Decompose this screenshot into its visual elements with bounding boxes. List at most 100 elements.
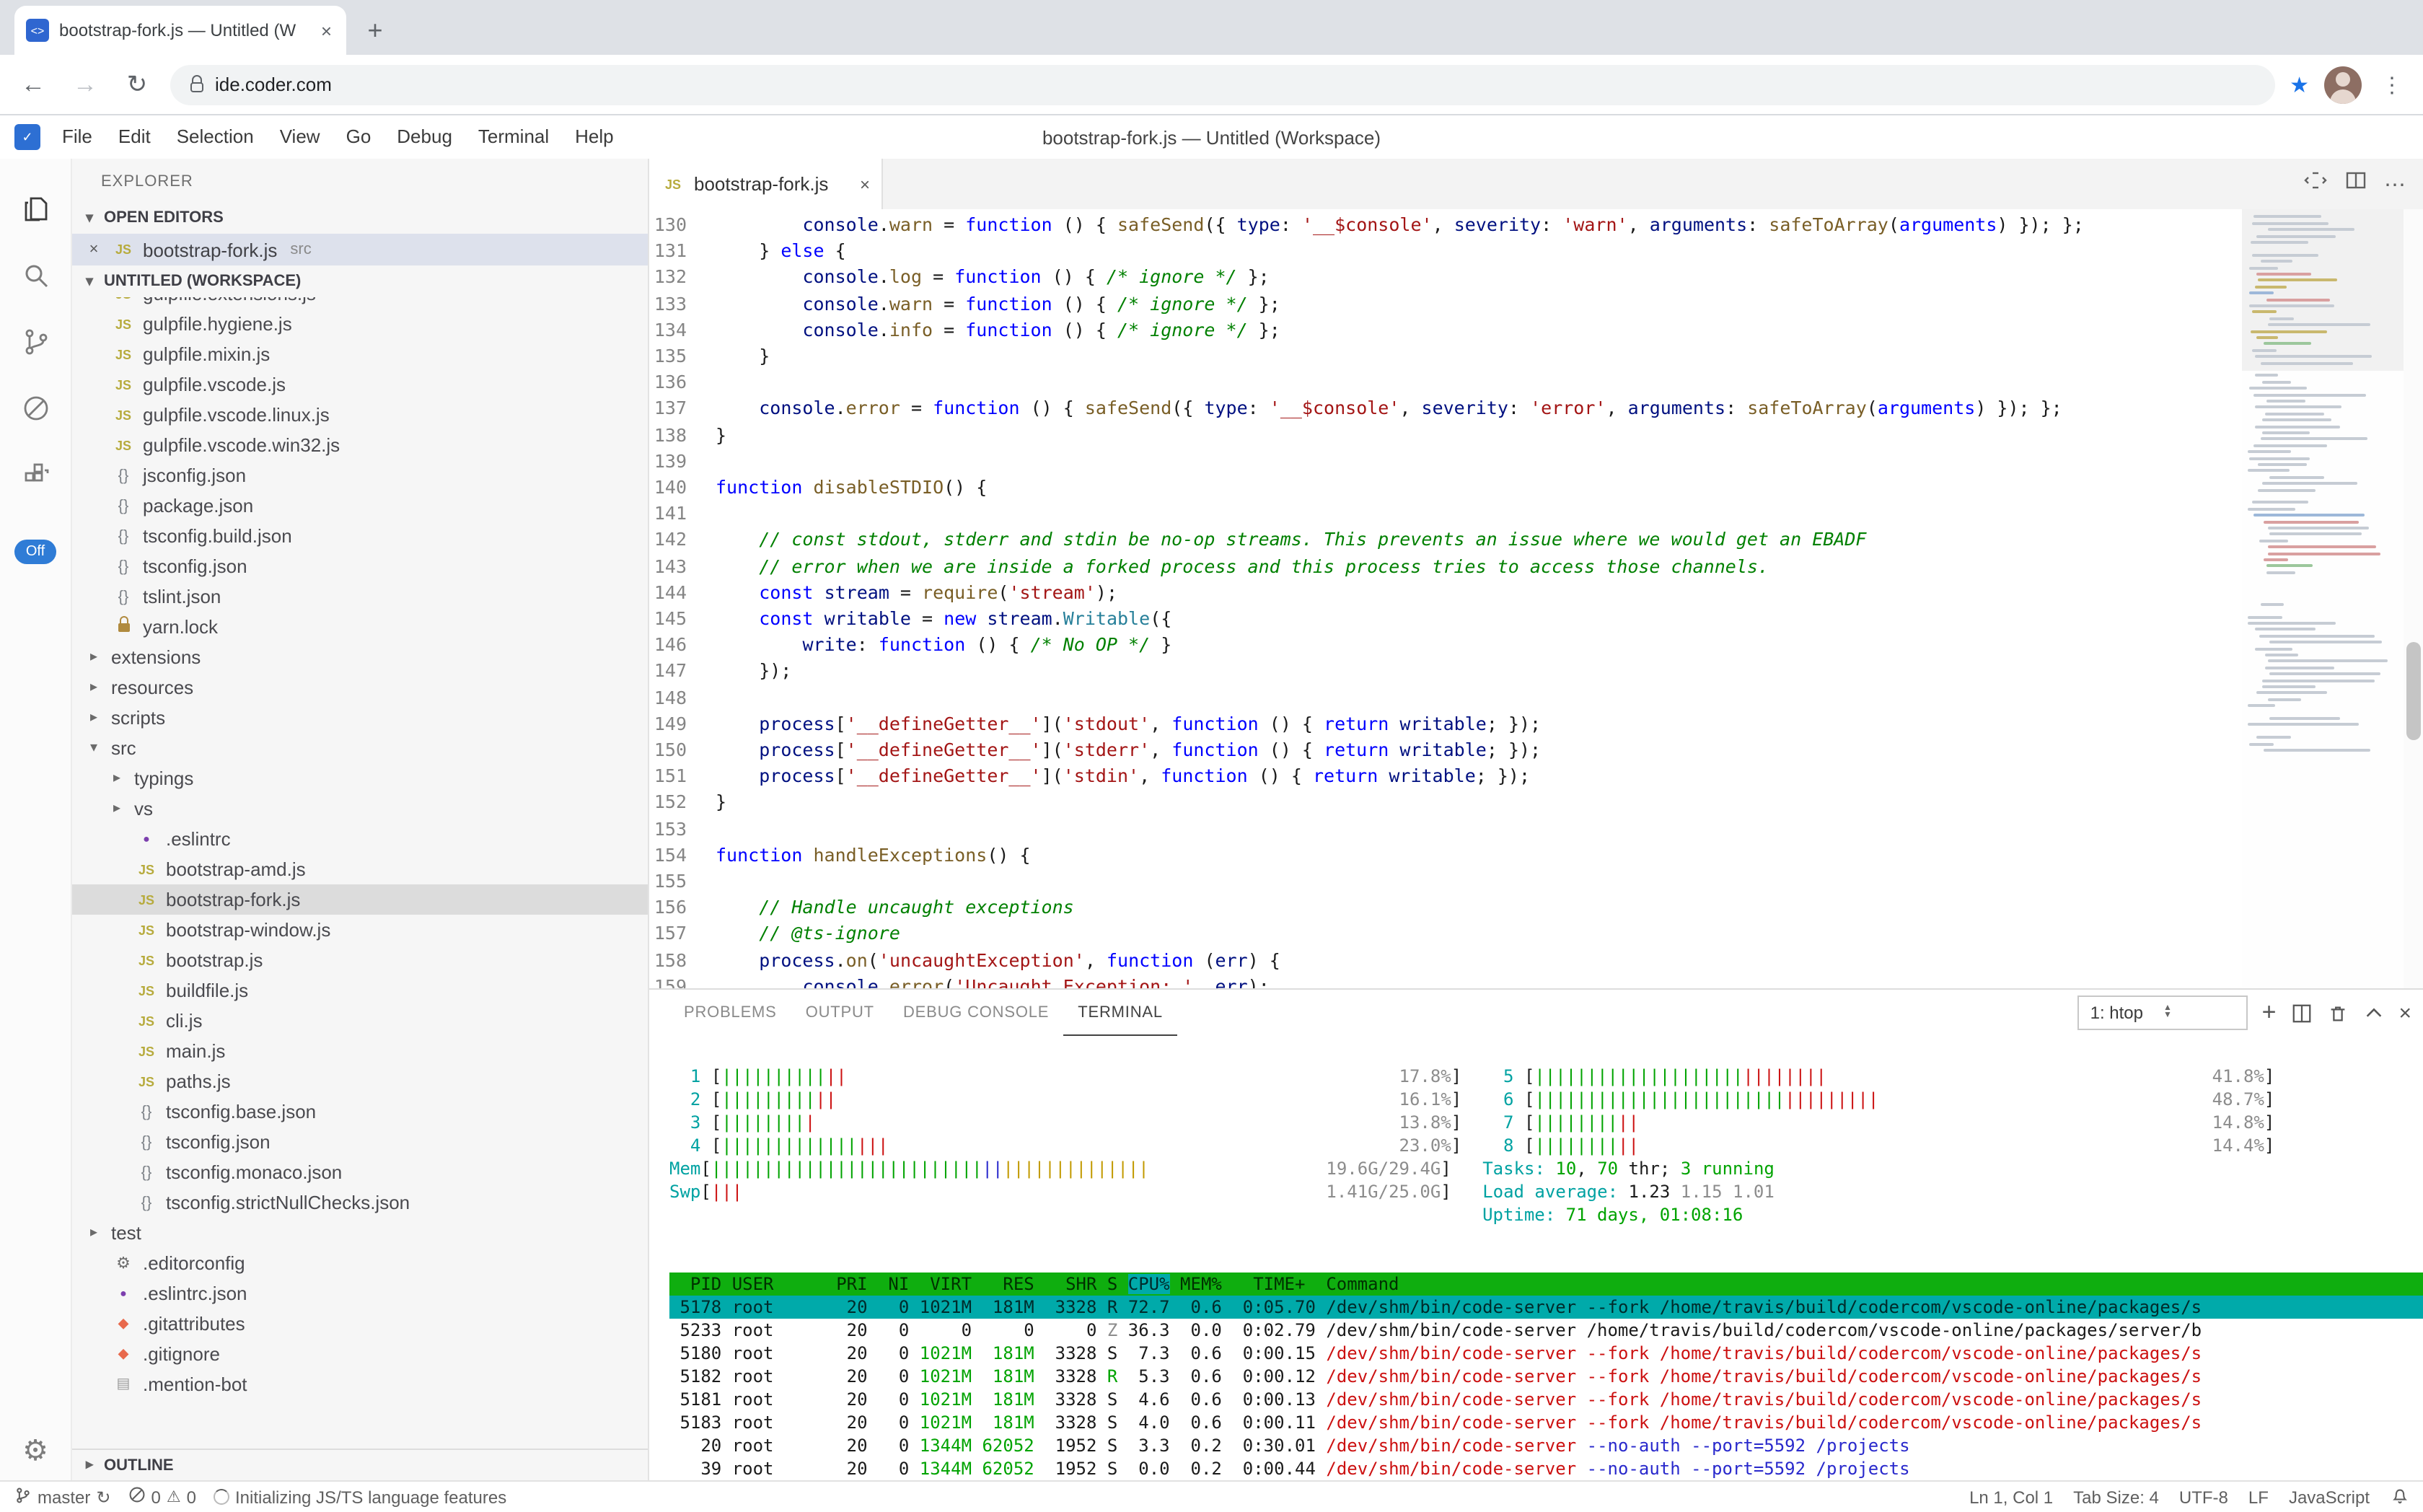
search-icon[interactable] bbox=[1, 242, 70, 309]
off-toggle-badge[interactable]: Off bbox=[14, 540, 56, 564]
code-line[interactable]: 156 // Handle uncaught exceptions bbox=[649, 895, 2241, 921]
terminal-selector[interactable]: 1: htop ▲▼ bbox=[2077, 995, 2248, 1030]
menu-debug[interactable]: Debug bbox=[384, 115, 465, 159]
tree-item-bootstrap-amd-js[interactable]: JSbootstrap-amd.js bbox=[72, 854, 648, 884]
split-terminal-icon[interactable] bbox=[2290, 1002, 2312, 1024]
menu-edit[interactable]: Edit bbox=[105, 115, 164, 159]
tree-item-yarn-lock[interactable]: yarn.lock bbox=[72, 612, 648, 642]
code-line[interactable]: 153 bbox=[649, 816, 2241, 842]
code-line[interactable]: 137 console.error = function () { safeSe… bbox=[649, 396, 2241, 422]
scrollbar-thumb[interactable] bbox=[2406, 642, 2420, 740]
tab-close-icon[interactable]: × bbox=[860, 174, 870, 194]
tree-item-tsconfig-strictnullchecks-json[interactable]: {}tsconfig.strictNullChecks.json bbox=[72, 1187, 648, 1218]
tree-item-tsconfig-json[interactable]: {}tsconfig.json bbox=[72, 551, 648, 581]
tree-item-gulpfile-mixin-js[interactable]: JSgulpfile.mixin.js bbox=[72, 339, 648, 369]
address-bar[interactable]: ide.coder.com bbox=[170, 64, 2275, 105]
tree-item-typings[interactable]: ▸typings bbox=[72, 763, 648, 794]
tree-item-main-js[interactable]: JSmain.js bbox=[72, 1036, 648, 1066]
kill-terminal-icon[interactable] bbox=[2326, 1002, 2348, 1024]
code-line[interactable]: 134 console.info = function () { /* igno… bbox=[649, 317, 2241, 343]
tab-close-icon[interactable]: × bbox=[318, 19, 335, 41]
tree-item-bootstrap-js[interactable]: JSbootstrap.js bbox=[72, 945, 648, 975]
tree-item-paths-js[interactable]: JSpaths.js bbox=[72, 1066, 648, 1096]
code-line[interactable]: 144 const stream = require('stream'); bbox=[649, 580, 2241, 606]
tree-item-gulpfile-extensions-js[interactable]: JSgulpfile.extensions.js bbox=[72, 297, 648, 309]
tree-item-bootstrap-fork-js[interactable]: JSbootstrap-fork.js bbox=[72, 884, 648, 915]
editor-area[interactable]: 130 console.warn = function () { safeSen… bbox=[649, 209, 2423, 988]
panel-tab-output[interactable]: OUTPUT bbox=[791, 990, 889, 1035]
code-line[interactable]: 149 process['__defineGetter__']('stdout'… bbox=[649, 711, 2241, 737]
debug-icon[interactable] bbox=[1, 375, 70, 441]
tree-item-tsconfig-base-json[interactable]: {}tsconfig.base.json bbox=[72, 1096, 648, 1127]
panel-tab-debug-console[interactable]: DEBUG CONSOLE bbox=[889, 990, 1063, 1035]
tree-item-scripts[interactable]: ▸scripts bbox=[72, 703, 648, 733]
tree-item--editorconfig[interactable]: ⚙.editorconfig bbox=[72, 1248, 648, 1278]
code-line[interactable]: 152} bbox=[649, 790, 2241, 816]
profile-avatar[interactable] bbox=[2323, 66, 2361, 103]
code-line[interactable]: 155 bbox=[649, 869, 2241, 895]
code-line[interactable]: 141 bbox=[649, 501, 2241, 527]
reload-icon[interactable]: ↻ bbox=[118, 66, 156, 103]
code-line[interactable]: 145 const writable = new stream.Writable… bbox=[649, 606, 2241, 632]
menu-view[interactable]: View bbox=[267, 115, 333, 159]
code-line[interactable]: 151 process['__defineGetter__']('stdin',… bbox=[649, 764, 2241, 790]
tree-item-vs[interactable]: ▸vs bbox=[72, 794, 648, 824]
code-line[interactable]: 131 } else { bbox=[649, 238, 2241, 264]
panel-tab-problems[interactable]: PROBLEMS bbox=[669, 990, 791, 1035]
tree-item-tsconfig-build-json[interactable]: {}tsconfig.build.json bbox=[72, 521, 648, 551]
bookmark-star-icon[interactable]: ★ bbox=[2290, 71, 2309, 97]
tree-item-buildfile-js[interactable]: JSbuildfile.js bbox=[72, 975, 648, 1006]
outline-header[interactable]: ▸ OUTLINE bbox=[72, 1449, 648, 1480]
menu-go[interactable]: Go bbox=[333, 115, 384, 159]
split-editor-icon[interactable] bbox=[2303, 169, 2326, 199]
tab-size-indicator[interactable]: Tab Size: 4 bbox=[2073, 1487, 2159, 1507]
open-editors-header[interactable]: ▾ OPEN EDITORS bbox=[72, 202, 648, 234]
tree-item--gitattributes[interactable]: ◆.gitattributes bbox=[72, 1309, 648, 1339]
code-line[interactable]: 143 // error when we are inside a forked… bbox=[649, 553, 2241, 579]
tree-item-jsconfig-json[interactable]: {}jsconfig.json bbox=[72, 460, 648, 491]
tree-item-gulpfile-vscode-linux-js[interactable]: JSgulpfile.vscode.linux.js bbox=[72, 400, 648, 430]
code-line[interactable]: 142 // const stdout, stderr and stdin be… bbox=[649, 527, 2241, 553]
tree-item-tsconfig-monaco-json[interactable]: {}tsconfig.monaco.json bbox=[72, 1157, 648, 1187]
tree-item-tslint-json[interactable]: {}tslint.json bbox=[72, 581, 648, 612]
code-line[interactable]: 148 bbox=[649, 685, 2241, 711]
code-line[interactable]: 146 write: function () { /* No OP */ } bbox=[649, 633, 2241, 659]
encoding-indicator[interactable]: UTF-8 bbox=[2179, 1487, 2228, 1507]
code-line[interactable]: 130 console.warn = function () { safeSen… bbox=[649, 212, 2241, 238]
tree-item--gitignore[interactable]: ◆.gitignore bbox=[72, 1339, 648, 1369]
panel-tab-terminal[interactable]: TERMINAL bbox=[1063, 990, 1177, 1035]
source-control-icon[interactable] bbox=[1, 309, 70, 375]
more-actions-icon[interactable]: ⋯ bbox=[2384, 171, 2406, 197]
new-terminal-icon[interactable]: + bbox=[2262, 1003, 2277, 1023]
browser-tab[interactable]: <> bootstrap-fork.js — Untitled (W × bbox=[14, 6, 346, 55]
menu-terminal[interactable]: Terminal bbox=[465, 115, 562, 159]
tree-item-package-json[interactable]: {}package.json bbox=[72, 491, 648, 521]
tree-item-extensions[interactable]: ▸extensions bbox=[72, 642, 648, 672]
code-line[interactable]: 159 console.error('Uncaught Exception: '… bbox=[649, 974, 2241, 988]
code-line[interactable]: 132 console.log = function () { /* ignor… bbox=[649, 265, 2241, 291]
forward-icon[interactable]: → bbox=[66, 66, 104, 103]
notifications-bell-icon[interactable] bbox=[2390, 1485, 2409, 1508]
code-line[interactable]: 133 console.warn = function () { /* igno… bbox=[649, 291, 2241, 317]
back-icon[interactable]: ← bbox=[14, 66, 52, 103]
workspace-header[interactable]: ▾ UNTITLED (WORKSPACE) bbox=[72, 265, 648, 297]
tree-item-gulpfile-vscode-js[interactable]: JSgulpfile.vscode.js bbox=[72, 369, 648, 400]
eol-indicator[interactable]: LF bbox=[2248, 1487, 2269, 1507]
close-icon[interactable]: × bbox=[84, 241, 104, 258]
cursor-position[interactable]: Ln 1, Col 1 bbox=[1969, 1487, 2053, 1507]
tree-item-resources[interactable]: ▸resources bbox=[72, 672, 648, 703]
code-line[interactable]: 157 // @ts-ignore bbox=[649, 921, 2241, 947]
settings-gear-icon[interactable]: ⚙ bbox=[22, 1433, 48, 1469]
terminal[interactable]: 1 [|||||||||||| 17.8%] 5 [||||||||||||||… bbox=[649, 1036, 2423, 1480]
explorer-icon[interactable] bbox=[1, 176, 70, 242]
code-editor[interactable]: 130 console.warn = function () { safeSen… bbox=[649, 209, 2241, 988]
browser-menu-icon[interactable]: ⋮ bbox=[2375, 71, 2409, 97]
code-line[interactable]: 140function disableSTDIO() { bbox=[649, 475, 2241, 501]
tree-item-bootstrap-window-js[interactable]: JSbootstrap-window.js bbox=[72, 915, 648, 945]
layout-icon[interactable] bbox=[2344, 169, 2367, 199]
open-editor-item[interactable]: × JS bootstrap-fork.js src bbox=[72, 234, 648, 265]
extensions-icon[interactable] bbox=[1, 441, 70, 508]
tree-item-gulpfile-vscode-win32-js[interactable]: JSgulpfile.vscode.win32.js bbox=[72, 430, 648, 460]
tree-item--mention-bot[interactable]: ▤.mention-bot bbox=[72, 1369, 648, 1399]
code-line[interactable]: 135 } bbox=[649, 343, 2241, 369]
